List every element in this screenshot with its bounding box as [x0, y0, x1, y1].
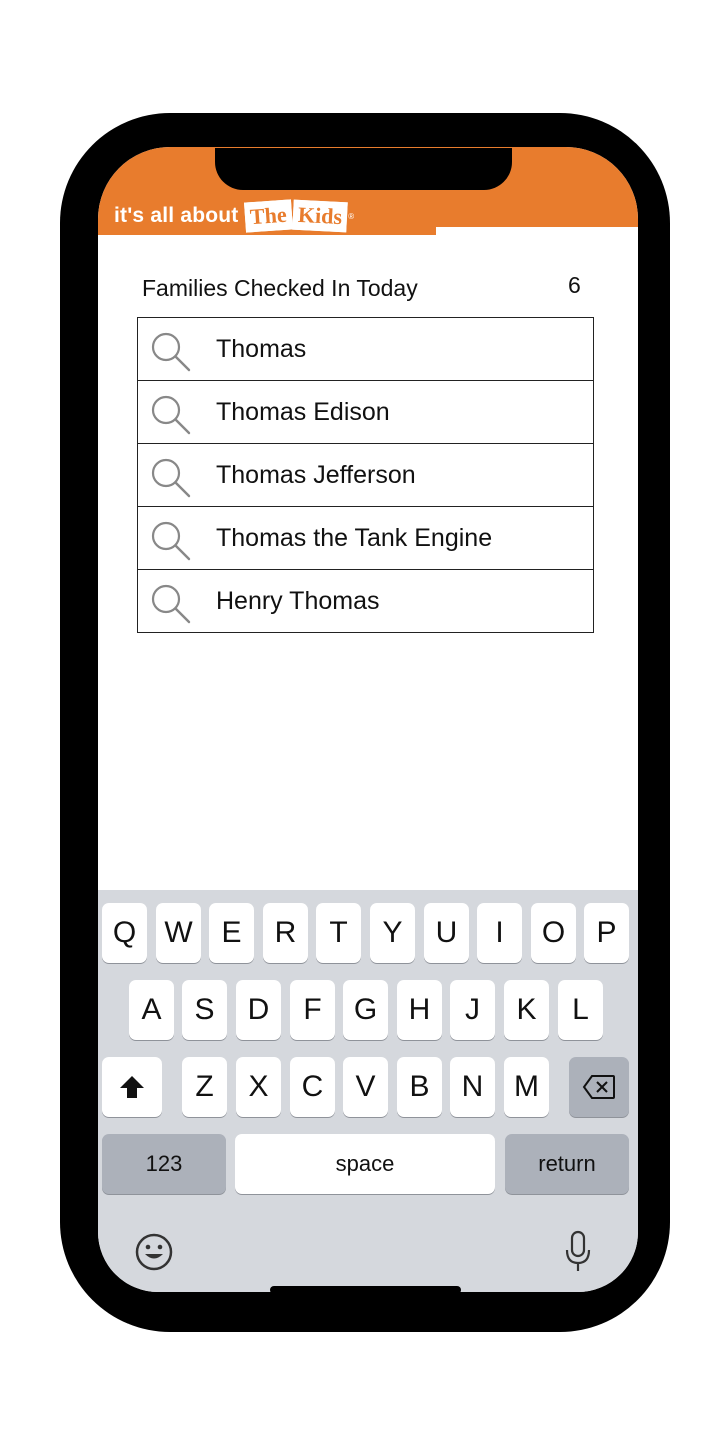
key-z[interactable]: Z — [182, 1057, 227, 1117]
key-j[interactable]: J — [450, 980, 495, 1040]
key-h[interactable]: H — [397, 980, 442, 1040]
shift-key[interactable] — [102, 1057, 162, 1117]
numbers-key[interactable]: 123 — [102, 1134, 226, 1194]
key-v[interactable]: V — [343, 1057, 388, 1117]
result-row[interactable]: Thomas the Tank Engine — [138, 506, 593, 569]
result-row[interactable]: Thomas Edison — [138, 380, 593, 443]
key-x[interactable]: X — [236, 1057, 281, 1117]
key-m[interactable]: M — [504, 1057, 549, 1117]
result-name: Thomas the Tank Engine — [216, 524, 493, 552]
key-s[interactable]: S — [182, 980, 227, 1040]
result-row[interactable]: Henry Thomas — [138, 569, 593, 632]
logo-word-kids: Kids — [292, 199, 348, 233]
logo-tagline: it's all about — [114, 204, 239, 227]
key-o[interactable]: O — [531, 903, 576, 963]
families-checked-in-count: 6 — [568, 272, 581, 298]
logo-registered-mark: ® — [348, 211, 355, 221]
result-row[interactable]: Thomas Jefferson — [138, 443, 593, 506]
key-a[interactable]: A — [129, 980, 174, 1040]
app-logo: it's all about The Kids ® — [114, 196, 354, 236]
key-d[interactable]: D — [236, 980, 281, 1040]
key-w[interactable]: W — [156, 903, 201, 963]
key-e[interactable]: E — [209, 903, 254, 963]
key-g[interactable]: G — [343, 980, 388, 1040]
space-key[interactable]: space — [235, 1134, 495, 1194]
backspace-icon — [582, 1075, 615, 1099]
key-n[interactable]: N — [450, 1057, 495, 1117]
key-i[interactable]: I — [477, 903, 522, 963]
search-icon — [151, 458, 191, 498]
search-icon — [151, 584, 191, 624]
return-key[interactable]: return — [505, 1134, 629, 1194]
search-icon — [151, 332, 191, 372]
key-p[interactable]: P — [584, 903, 629, 963]
key-k[interactable]: K — [504, 980, 549, 1040]
result-row[interactable]: Thomas — [138, 318, 593, 380]
key-f[interactable]: F — [290, 980, 335, 1040]
key-t[interactable]: T — [316, 903, 361, 963]
key-u[interactable]: U — [424, 903, 469, 963]
shift-icon — [120, 1076, 144, 1098]
emoji-icon[interactable] — [134, 1232, 174, 1272]
result-name: Thomas Edison — [216, 398, 390, 426]
key-c[interactable]: C — [290, 1057, 335, 1117]
result-name: Thomas — [216, 335, 307, 363]
key-q[interactable]: Q — [102, 903, 147, 963]
search-results-list: Thomas Thomas Edison Thomas Jefferson Th… — [137, 317, 594, 633]
microphone-icon[interactable] — [564, 1230, 592, 1274]
delete-key[interactable] — [569, 1057, 629, 1117]
result-name: Thomas Jefferson — [216, 461, 416, 489]
search-icon — [151, 395, 191, 435]
result-name: Henry Thomas — [216, 587, 380, 615]
key-l[interactable]: L — [558, 980, 603, 1040]
home-indicator[interactable] — [270, 1286, 461, 1294]
logo-word-the: The — [244, 199, 294, 233]
key-b[interactable]: B — [397, 1057, 442, 1117]
families-checked-in-label: Families Checked In Today — [142, 275, 418, 301]
key-y[interactable]: Y — [370, 903, 415, 963]
phone-notch — [215, 148, 512, 190]
keyboard: Q W E R T Y U I O P A S D F G H J K L Z … — [98, 890, 638, 1292]
key-r[interactable]: R — [263, 903, 308, 963]
search-icon — [151, 521, 191, 561]
